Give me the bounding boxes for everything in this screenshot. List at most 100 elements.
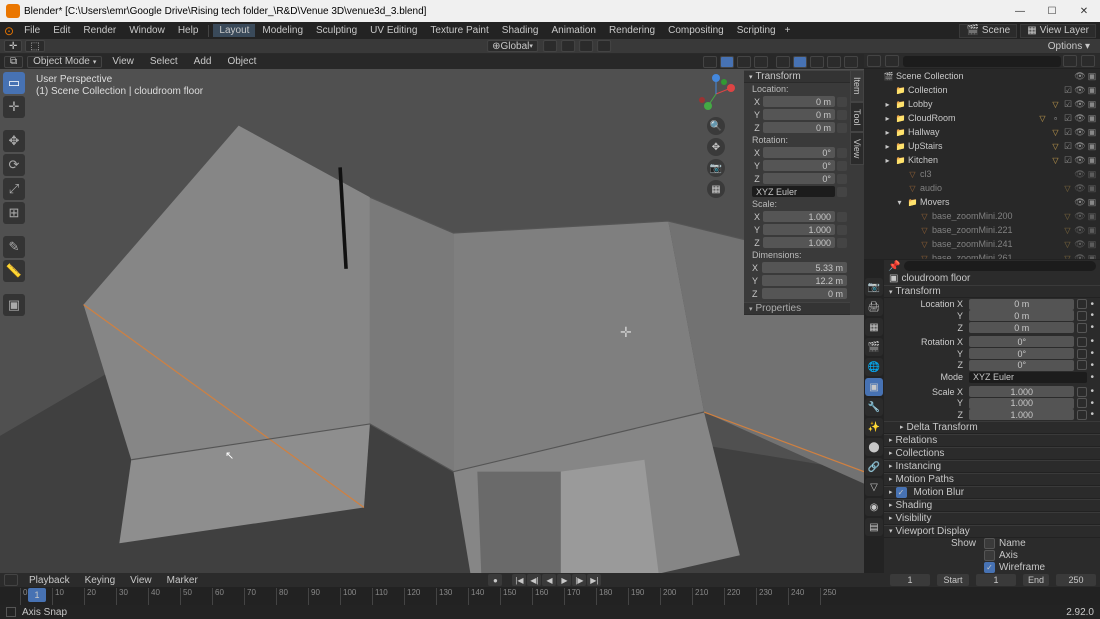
nav-camera-icon[interactable]: 📷 [707, 159, 725, 177]
expand-icon[interactable] [906, 253, 917, 260]
shade-mat-icon[interactable] [810, 56, 824, 68]
nav-pan-icon[interactable]: ✥ [707, 138, 725, 156]
overlay-icon[interactable] [737, 56, 751, 68]
lock-icon[interactable] [837, 187, 847, 197]
shade-wire-icon[interactable] [776, 56, 790, 68]
shade-opts-icon[interactable] [844, 56, 858, 68]
hide-icon[interactable]: 👁 [1075, 239, 1085, 249]
disable-icon[interactable]: ▣ [1087, 225, 1097, 235]
expand-icon[interactable] [894, 169, 905, 180]
tl-playback[interactable]: Playback [23, 574, 76, 587]
expand-icon[interactable] [906, 239, 917, 250]
ptab-particle[interactable]: ✨ [865, 418, 883, 436]
hide-icon[interactable]: 👁 [1075, 71, 1085, 81]
disable-icon[interactable]: ▣ [1087, 113, 1097, 123]
outliner-row[interactable]: ▽audio▽👁▣ [864, 181, 1100, 195]
expand-icon[interactable]: ▸ [882, 141, 893, 152]
outliner-row[interactable]: ▸📁UpStairs▽☑👁▣ [864, 139, 1100, 153]
outliner-row[interactable]: 📁Collection☑👁▣ [864, 83, 1100, 97]
exclude-icon[interactable]: ☑ [1063, 85, 1073, 95]
tl-end[interactable]: 250 [1056, 574, 1096, 586]
ptab-data[interactable]: ▽ [865, 478, 883, 496]
outliner-type-icon[interactable] [867, 55, 881, 67]
disable-icon[interactable]: ▣ [1087, 239, 1097, 249]
snap-type-icon[interactable] [579, 40, 593, 52]
outliner-row[interactable]: ▸📁CloudRoom▽▫☑👁▣ [864, 111, 1100, 125]
p-loc-z[interactable]: 0 m [969, 322, 1074, 333]
np-rot-x[interactable]: 0° [763, 147, 835, 158]
np-dim-z[interactable]: 0 m [762, 288, 847, 299]
vp-menu-view[interactable]: View [106, 55, 140, 68]
lock-icon[interactable] [837, 225, 847, 235]
outliner-row[interactable]: ▸📁Lobby▽☑👁▣ [864, 97, 1100, 111]
menu-help[interactable]: Help [172, 24, 205, 37]
vp-menu-object[interactable]: Object [221, 55, 262, 68]
p-motionpaths-header[interactable]: Motion Paths [884, 473, 1100, 486]
editor-type-icon[interactable]: ⧉ [4, 56, 23, 68]
nav-ball[interactable] [696, 74, 736, 114]
p-euler-dropdown[interactable]: XYZ Euler [969, 372, 1087, 383]
np-rot-y[interactable]: 0° [763, 160, 835, 171]
disable-icon[interactable]: ▣ [1087, 211, 1097, 221]
hide-icon[interactable]: 👁 [1075, 99, 1085, 109]
outliner-row[interactable]: ▽base_zoomMini.241▽👁▣ [864, 237, 1100, 251]
disable-icon[interactable]: ▣ [1087, 71, 1097, 81]
p-instancing-header[interactable]: Instancing [884, 460, 1100, 473]
menu-file[interactable]: File [18, 24, 46, 37]
menu-window[interactable]: Window [123, 24, 171, 37]
ptab-physics[interactable]: ⬤ [865, 438, 883, 456]
minimize-button[interactable]: — [1004, 0, 1036, 22]
ptab-viewlayer[interactable]: ▦ [865, 318, 883, 336]
pin-icon[interactable]: 📌 [888, 261, 900, 272]
ptab-output[interactable]: 🖨 [865, 298, 883, 316]
show-axis-checkbox[interactable] [984, 550, 995, 561]
np-transform-header[interactable]: Transform [744, 70, 850, 83]
p-relations-header[interactable]: Relations [884, 434, 1100, 447]
hide-icon[interactable]: 👁 [1075, 169, 1085, 179]
lock-icon[interactable] [837, 212, 847, 222]
np-loc-x[interactable]: 0 m [763, 96, 835, 107]
outliner-row[interactable]: 🎬Scene Collection👁▣ [864, 69, 1100, 83]
tl-editor-icon[interactable] [4, 574, 18, 586]
3d-viewport[interactable]: ⧉ Object Mode ▾ View Select Add Object U… [0, 54, 864, 573]
tab-compositing[interactable]: Compositing [662, 24, 730, 37]
ptab-modifier[interactable]: 🔧 [865, 398, 883, 416]
menu-edit[interactable]: Edit [47, 24, 76, 37]
hide-icon[interactable]: 👁 [1075, 155, 1085, 165]
tab-animation[interactable]: Animation [545, 24, 601, 37]
mode-dropdown[interactable]: Object Mode ▾ [27, 56, 102, 68]
ptab-object[interactable]: ▣ [865, 378, 883, 396]
hide-icon[interactable]: 👁 [1075, 141, 1085, 151]
p-transform-header[interactable]: Transform [884, 285, 1100, 298]
expand-icon[interactable]: ▾ [894, 197, 905, 208]
pivot-icon[interactable] [543, 40, 557, 52]
snap-icon[interactable] [561, 40, 575, 52]
outliner-row[interactable]: ▽base_zoomMini.221▽👁▣ [864, 223, 1100, 237]
ptab-render[interactable]: 📷 [865, 278, 883, 296]
outliner-row[interactable]: ▸📁Hallway▽☑👁▣ [864, 125, 1100, 139]
outliner-display-icon[interactable] [885, 55, 899, 67]
np-tab-item[interactable]: Item [850, 70, 864, 102]
disable-icon[interactable]: ▣ [1087, 99, 1097, 109]
lock-icon[interactable] [837, 161, 847, 171]
p-motionblur-header[interactable]: ✓Motion Blur [884, 486, 1100, 499]
lock-icon[interactable] [837, 148, 847, 158]
outliner-filter-icon[interactable] [1063, 55, 1077, 67]
vp-menu-add[interactable]: Add [188, 55, 218, 68]
ptab-scene[interactable]: 🎬 [865, 338, 883, 356]
np-dim-x[interactable]: 5.33 m [762, 262, 847, 273]
tl-start[interactable]: 1 [976, 574, 1016, 586]
np-properties-header[interactable]: Properties [744, 302, 850, 315]
close-button[interactable]: ✕ [1068, 0, 1100, 22]
ptab-world[interactable]: 🌐 [865, 358, 883, 376]
tl-current-frame[interactable]: 1 [890, 574, 930, 586]
expand-icon[interactable]: ▸ [882, 113, 893, 124]
p-viewport-header[interactable]: Viewport Display [884, 525, 1100, 538]
p-shading-header[interactable]: Shading [884, 499, 1100, 512]
p-scl-y[interactable]: 1.000 [969, 398, 1074, 409]
outliner-row[interactable]: ▽base_zoomMini.261▽👁▣ [864, 251, 1100, 259]
hide-icon[interactable]: 👁 [1075, 197, 1085, 207]
p-loc-y[interactable]: 0 m [969, 310, 1074, 321]
maximize-button[interactable]: ☐ [1036, 0, 1068, 22]
scene-selector[interactable]: 🎬Scene [959, 24, 1017, 38]
